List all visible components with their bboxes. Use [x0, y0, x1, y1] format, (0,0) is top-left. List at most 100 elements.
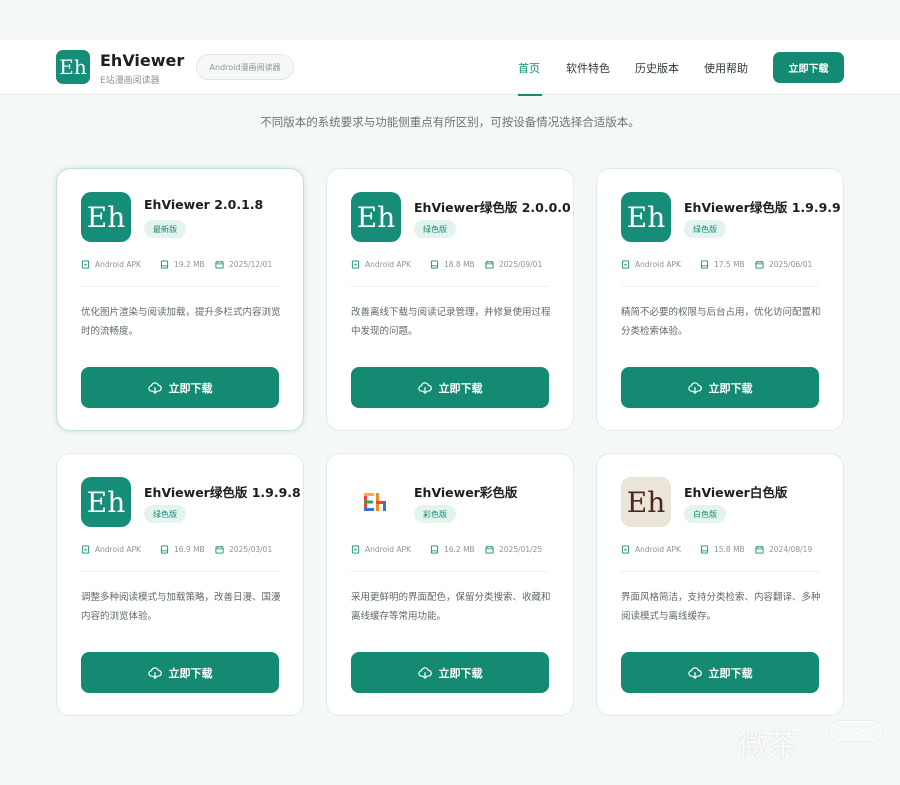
watermark-badge: WXCHA — [830, 721, 882, 741]
app-icon: Eh — [621, 477, 671, 527]
android-file-icon — [351, 545, 360, 554]
download-button[interactable]: 立即下载 — [81, 367, 279, 408]
download-button-label: 立即下载 — [708, 666, 753, 680]
version-card: Eh EhViewer绿色版 2.0.0.0 绿色版 Android APK 1… — [326, 168, 574, 431]
version-description: 改善离线下载与阅读记录管理，并修复使用过程中发现的问题。 — [351, 307, 551, 337]
download-button[interactable]: 立即下载 — [81, 652, 279, 693]
site-header: Eh EhViewer E站漫画阅读器 Android漫画阅读器 首页 软件特色… — [0, 40, 900, 96]
card-divider — [81, 286, 279, 287]
storage-icon — [430, 545, 439, 554]
android-file-icon — [81, 260, 90, 269]
android-file-icon — [351, 260, 360, 269]
category-pill: Android漫画阅读器 — [196, 54, 294, 80]
meta-date: 2025/01/25 — [485, 545, 542, 554]
version-card: Eh EhViewer绿色版 1.9.9.8 绿色版 Android APK 1… — [56, 453, 304, 716]
nav-home[interactable]: 首页 — [518, 60, 540, 76]
download-button[interactable]: 立即下载 — [351, 367, 549, 408]
version-meta: Android APK 18.8 MB 2025/09/01 — [351, 260, 551, 274]
storage-icon — [160, 260, 169, 269]
app-icon: Eh — [81, 477, 131, 527]
calendar-icon — [755, 260, 764, 269]
card-divider — [81, 571, 279, 572]
app-icon: Eh — [81, 192, 131, 242]
meta-date: 2025/09/01 — [485, 260, 542, 269]
meta-platform: Android APK — [81, 545, 141, 554]
meta-date: 2024/08/19 — [755, 545, 812, 554]
cloud-download-icon — [147, 381, 162, 394]
meta-platform: Android APK — [621, 545, 681, 554]
version-description: 优化图片渲染与阅读加载，提升多栏式内容浏览时的流畅度。 — [81, 307, 281, 337]
download-button-label: 立即下载 — [438, 666, 483, 680]
site-logo[interactable]: Eh — [56, 50, 90, 84]
meta-platform: Android APK — [351, 545, 411, 554]
platform-label: Android APK — [635, 545, 681, 554]
size-label: 17.5 MB — [714, 260, 745, 269]
download-button[interactable]: 立即下载 — [621, 367, 819, 408]
nav-help[interactable]: 使用帮助 — [704, 60, 748, 76]
date-label: 2025/09/01 — [499, 260, 543, 269]
version-meta: Android APK 16.9 MB 2025/03/01 — [81, 545, 281, 559]
meta-date: 2025/03/01 — [215, 545, 272, 554]
brand-subtitle: E站漫画阅读器 — [100, 76, 160, 86]
calendar-icon — [215, 260, 224, 269]
version-title: EhViewer绿色版 1.9.9.8 — [144, 485, 301, 500]
android-file-icon — [621, 260, 630, 269]
size-label: 16.9 MB — [174, 545, 205, 554]
version-meta: Android APK 17.5 MB 2025/06/01 — [621, 260, 821, 274]
colorful-app-icon — [351, 477, 401, 527]
version-title: EhViewer彩色版 — [414, 485, 518, 500]
app-icon: Eh — [621, 192, 671, 242]
size-label: 15.8 MB — [714, 545, 745, 554]
version-badge: 绿色版 — [414, 220, 456, 238]
card-divider — [621, 286, 819, 287]
android-file-icon — [621, 545, 630, 554]
download-button-label: 立即下载 — [168, 666, 213, 680]
nav-features[interactable]: 软件特色 — [566, 60, 610, 76]
nav-history-versions[interactable]: 历史版本 — [635, 60, 679, 76]
card-divider — [621, 571, 819, 572]
platform-label: Android APK — [635, 260, 681, 269]
download-button[interactable]: 立即下载 — [621, 652, 819, 693]
watermark-text: 微茶 — [738, 728, 798, 763]
site-watermark: 微茶 WXCHA — [738, 718, 888, 768]
meta-platform: Android APK — [81, 260, 141, 269]
version-description: 精简不必要的权限与后台占用，优化访问配置和分类检索体验。 — [621, 307, 821, 337]
version-card: Eh EhViewer 2.0.1.8 最新版 Android APK 19.2… — [56, 168, 304, 431]
date-label: 2024/08/19 — [769, 545, 813, 554]
size-label: 18.8 MB — [444, 260, 475, 269]
page-top-strip — [0, 0, 900, 40]
date-label: 2025/06/01 — [769, 260, 813, 269]
version-card: Eh EhViewer绿色版 1.9.9.9 绿色版 Android APK 1… — [596, 168, 844, 431]
android-file-icon — [81, 545, 90, 554]
download-button-label: 立即下载 — [168, 381, 213, 395]
meta-platform: Android APK — [621, 260, 681, 269]
version-badge: 白色版 — [684, 505, 726, 523]
platform-label: Android APK — [365, 260, 411, 269]
section-subtitle: 不同版本的系统要求与功能侧重点有所区别，可按设备情况选择合适版本。 — [260, 115, 640, 129]
version-card: Eh EhViewer白色版 白色版 Android APK 15.8 MB 2… — [596, 453, 844, 716]
calendar-icon — [755, 545, 764, 554]
meta-size: 15.8 MB — [700, 545, 745, 554]
version-meta: Android APK 16.2 MB 2025/01/25 — [351, 545, 551, 559]
version-badge: 绿色版 — [684, 220, 726, 238]
date-label: 2025/03/01 — [229, 545, 273, 554]
meta-size: 16.9 MB — [160, 545, 205, 554]
storage-icon — [700, 260, 709, 269]
date-label: 2025/01/25 — [499, 545, 543, 554]
storage-icon — [160, 545, 169, 554]
platform-label: Android APK — [95, 260, 141, 269]
cloud-download-icon — [417, 381, 432, 394]
meta-date: 2025/12/01 — [215, 260, 272, 269]
meta-date: 2025/06/01 — [755, 260, 812, 269]
brand-name[interactable]: EhViewer — [100, 51, 184, 70]
meta-platform: Android APK — [351, 260, 411, 269]
cloud-download-icon — [687, 666, 702, 679]
download-button[interactable]: 立即下载 — [351, 652, 549, 693]
calendar-icon — [215, 545, 224, 554]
calendar-icon — [485, 545, 494, 554]
version-description: 调整多种阅读模式与加载策略，改善日漫、国漫内容的浏览体验。 — [81, 592, 281, 622]
header-download-button[interactable]: 立即下载 — [773, 52, 844, 83]
version-badge: 绿色版 — [144, 505, 186, 523]
meta-size: 19.2 MB — [160, 260, 205, 269]
platform-label: Android APK — [365, 545, 411, 554]
